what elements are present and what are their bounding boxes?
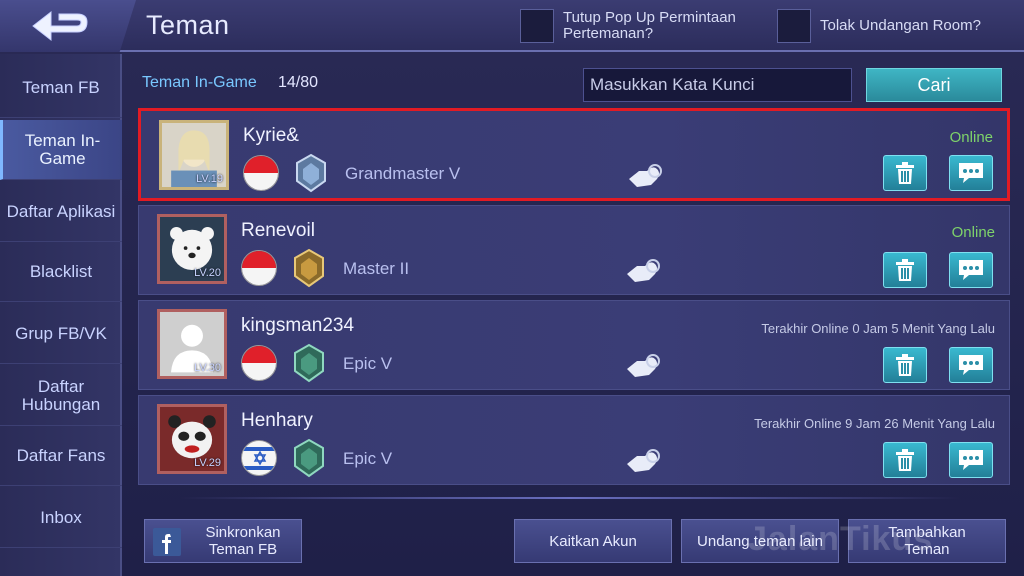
list-divider xyxy=(180,497,960,499)
level-label: LV.19 xyxy=(196,173,223,185)
chat-bubble-icon xyxy=(959,260,983,280)
sidebar-item-blacklist[interactable]: Blacklist xyxy=(0,242,122,302)
popup-checkbox[interactable] xyxy=(520,9,554,43)
chat-button[interactable] xyxy=(949,442,993,478)
indonesia-flag-icon xyxy=(241,250,277,286)
friend-row[interactable]: LV.20 Renevoil Master II Online xyxy=(138,205,1010,295)
friend-name: kingsman234 xyxy=(241,315,355,336)
status-label: Online xyxy=(949,129,993,146)
room-invite-checkbox[interactable] xyxy=(777,9,811,43)
chat-button[interactable] xyxy=(949,155,993,191)
epic-emblem-icon xyxy=(294,343,324,383)
chat-bubble-icon xyxy=(959,355,983,375)
rank-label: Epic V xyxy=(343,354,393,373)
trash-icon xyxy=(896,354,914,376)
hand-point-icon[interactable] xyxy=(623,446,663,476)
avatar[interactable]: LV.19 xyxy=(159,120,229,190)
sidebar-item-teman-fb[interactable]: Teman FB xyxy=(0,58,122,118)
chat-button[interactable] xyxy=(949,347,993,383)
popup-checkbox-label: Tutup Pop Up Permintaan Pertemanan? xyxy=(563,9,736,42)
trash-icon xyxy=(896,259,914,281)
hand-point-icon[interactable] xyxy=(623,351,663,381)
trash-icon xyxy=(896,449,914,471)
sidebar-item-grup-fb-vk[interactable]: Grup FB/VK xyxy=(0,304,122,364)
watermark: JalanTikus xyxy=(748,520,934,558)
grandmaster-emblem-icon xyxy=(296,153,326,193)
epic-emblem-icon xyxy=(294,438,324,478)
avatar[interactable]: LV.29 xyxy=(157,404,227,474)
delete-friend-button[interactable] xyxy=(883,155,927,191)
friend-row[interactable]: LV.30 kingsman234 Epic V Terakhir Online… xyxy=(138,300,1010,390)
delete-friend-button[interactable] xyxy=(883,442,927,478)
indonesia-flag-icon xyxy=(243,155,279,191)
avatar[interactable]: LV.30 xyxy=(157,309,227,379)
indonesia-flag-icon xyxy=(241,345,277,381)
back-button[interactable] xyxy=(0,0,136,52)
hand-point-icon[interactable] xyxy=(625,161,665,191)
israel-flag-icon xyxy=(241,440,277,476)
master-emblem-icon xyxy=(294,248,324,288)
last-online-label: Terakhir Online 0 Jam 5 Menit Yang Lalu xyxy=(761,321,995,336)
avatar[interactable]: LV.20 xyxy=(157,214,227,284)
delete-friend-button[interactable] xyxy=(883,252,927,288)
sidebar-item-inbox[interactable]: Inbox xyxy=(0,488,122,548)
sidebar-item-teman-in-game[interactable]: Teman In-Game xyxy=(0,120,122,180)
search-input[interactable] xyxy=(583,68,852,102)
friend-name: Renevoil xyxy=(241,220,315,241)
back-arrow-icon xyxy=(32,10,88,42)
rank-label: Master II xyxy=(343,259,410,278)
sidebar: Teman FB Teman In-Game Daftar Aplikasi B… xyxy=(0,54,122,576)
status-label: Online xyxy=(951,224,995,241)
rank-label: Grandmaster V xyxy=(345,164,461,183)
sync-fb-button[interactable]: Sinkronkan Teman FB xyxy=(144,519,302,563)
facebook-icon xyxy=(153,528,181,556)
chat-bubble-icon xyxy=(959,450,983,470)
level-label: LV.20 xyxy=(194,267,221,279)
chat-button[interactable] xyxy=(949,252,993,288)
rank-label: Epic V xyxy=(343,449,393,468)
friend-name: Kyrie& xyxy=(243,125,299,146)
sidebar-item-daftar-aplikasi[interactable]: Daftar Aplikasi xyxy=(0,182,122,242)
level-label: LV.29 xyxy=(194,457,221,469)
friend-row[interactable]: LV.19 Kyrie& Grandmaster V Online xyxy=(138,108,1010,201)
last-online-label: Terakhir Online 9 Jam 26 Menit Yang Lalu xyxy=(754,416,995,431)
top-bar: Teman Tutup Pop Up Permintaan Pertemanan… xyxy=(0,0,1024,52)
search-button[interactable]: Cari xyxy=(866,68,1002,102)
chat-bubble-icon xyxy=(959,163,983,183)
page-title: Teman xyxy=(146,10,230,40)
trash-icon xyxy=(896,162,914,184)
link-account-button[interactable]: Kaitkan Akun xyxy=(514,519,672,563)
sync-fb-label: Sinkronkan Teman FB xyxy=(205,524,281,558)
hand-point-icon[interactable] xyxy=(623,256,663,286)
friend-count: 14/80 xyxy=(278,74,319,91)
section-label: Teman In-Game xyxy=(142,74,257,91)
sidebar-item-daftar-hubungan[interactable]: Daftar Hubungan xyxy=(0,366,122,426)
friend-name: Henhary xyxy=(241,410,313,431)
room-invite-checkbox-label: Tolak Undangan Room? xyxy=(820,17,981,34)
level-label: LV.30 xyxy=(194,362,221,374)
friend-row[interactable]: LV.29 Henhary Epic V Terakhir Online 9 J… xyxy=(138,395,1010,485)
sidebar-item-daftar-fans[interactable]: Daftar Fans xyxy=(0,426,122,486)
delete-friend-button[interactable] xyxy=(883,347,927,383)
